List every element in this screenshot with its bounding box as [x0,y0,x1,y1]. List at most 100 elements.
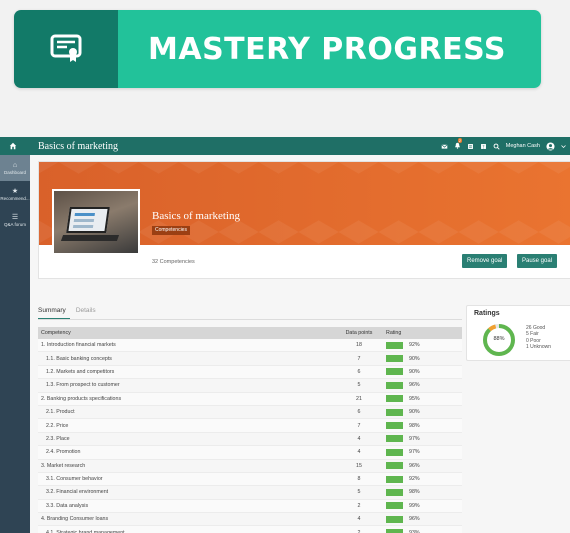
data-points: 18 [356,342,362,349]
rating-bar [386,381,403,389]
data-points: 7 [357,355,361,362]
avatar[interactable] [546,141,555,151]
pause-goal-button[interactable]: Pause goal [517,254,558,268]
ratings-percent: 88% [493,336,505,342]
rating-bar [386,341,403,349]
legend-unknown: 1 Unknown [526,343,552,350]
table-row[interactable]: 3.3. Data analysis 2 99% [38,499,462,514]
rating-bar [386,448,403,456]
sidebar-item-label: Dashboard [3,169,26,175]
table-row[interactable]: 3.2. Financial environment 5 98% [38,486,462,500]
header-competency[interactable]: Competency [38,330,338,336]
course-hero-title: Basics of marketing [152,210,240,222]
ratings-panel: Ratings 88% 26 Good 5 Fair 0 Poor 1 Unkn… [466,305,570,361]
data-points: 5 [357,382,361,389]
sidebar-item-dashboard[interactable]: ⌂ Dashboard [0,155,30,181]
rating-value: 90% [409,409,420,416]
rating-bar [386,475,403,483]
tab-details[interactable]: Details [76,305,100,319]
competency-name: 3.2. Financial environment [46,489,109,496]
list-icon[interactable] [467,143,474,150]
table-row[interactable]: 2.4. Promotion 4 97% [38,446,462,460]
tabs: Summary Details [38,305,462,320]
rating-cell: 93% [380,529,462,533]
sidebar: ⌂ Dashboard ★ Recommend... ☰ Q&A forum [0,155,30,533]
rating-cell: 95% [380,395,462,403]
rating-bar [386,488,403,496]
notification-bell[interactable]: 2 [454,137,462,151]
table-row[interactable]: 4. Branding Consumer loans 4 96% [38,513,462,527]
mail-icon[interactable] [441,143,448,150]
rating-bar [386,408,403,416]
rating-cell: 90% [380,368,462,376]
rating-value: 97% [409,435,420,442]
course-thumbnail [52,189,140,255]
help-icon[interactable]: ? [480,143,487,150]
table-row[interactable]: 1.3. From prospect to customer 5 96% [38,379,462,393]
table-body: 1. Introduction financial markets 18 92% 1.… [38,339,462,533]
rating-bar [386,368,403,376]
remove-goal-button[interactable]: Remove goal [462,254,508,268]
ratings-title: Ratings [474,310,500,317]
home-icon[interactable] [0,142,26,150]
dashboard-icon: ⌂ [12,161,18,169]
rating-bar [386,435,403,443]
top-bar: Basics of marketing 2 ? Meghan Cash [0,137,570,155]
competency-name: 4. Branding Consumer loans [41,516,109,523]
competency-table: Competency Data points Rating 1. Introdu… [38,327,462,533]
table-row[interactable]: 3. Market research 15 96% [38,460,462,473]
forum-icon: ☰ [11,213,19,221]
competencies-tag: Competencies [152,226,190,235]
table-row[interactable]: 1.2. Markets and competitors 6 90% [38,365,462,380]
sidebar-item-label: Recommend... [0,195,30,201]
table-row[interactable]: 2.3. Place 4 97% [38,433,462,447]
certificate-icon [14,10,118,88]
rating-cell: 99% [380,502,462,510]
rating-cell: 90% [380,408,462,416]
table-row[interactable]: 1. Introduction financial markets 18 92% [38,339,462,353]
table-row[interactable]: 2. Banking products specifications 21 95% [38,392,462,406]
rating-cell: 97% [380,448,462,456]
table-row[interactable]: 2.2. Price 7 98% [38,419,462,433]
competency-count: 32 Competencies [152,259,195,265]
competency-name: 4.1. Strategic brand management [46,529,125,533]
data-points: 6 [357,368,361,375]
data-points: 2 [357,502,361,509]
table-row[interactable]: 4.1. Strategic brand management 2 93% [38,526,462,533]
competency-name: 1.1. Basic banking concepts [46,355,112,362]
rating-cell: 92% [380,341,462,349]
table-row[interactable]: 1.1. Basic banking concepts 7 90% [38,352,462,366]
search-icon[interactable] [493,143,500,150]
rating-value: 90% [409,355,420,362]
table-row[interactable]: 3.1. Consumer behavior 8 92% [38,472,462,487]
competency-name: 2. Banking products specifications [41,395,122,402]
sidebar-item-label: Q&A forum [3,221,26,227]
rating-value: 93% [409,529,420,533]
user-name[interactable]: Meghan Cash [506,143,540,149]
app-window: Basics of marketing 2 ? Meghan Cash ⌂ Da… [0,137,570,533]
header-rating[interactable]: Rating [380,330,462,336]
rating-cell: 96% [380,515,462,523]
sidebar-item-recommendations[interactable]: ★ Recommend... [0,181,30,207]
notification-count: 2 [457,137,462,143]
rating-bar [386,355,403,363]
competency-name: 2.1. Product [46,409,75,416]
rating-cell: 97% [380,435,462,443]
header-data-points[interactable]: Data points [338,330,380,336]
sidebar-item-qa-forum[interactable]: ☰ Q&A forum [0,207,30,233]
chevron-down-icon[interactable] [561,144,566,149]
rating-value: 90% [409,368,420,375]
data-points: 4 [357,435,361,442]
data-points: 8 [357,476,361,483]
data-points: 15 [356,462,362,469]
mastery-progress-banner: MASTERY PROGRESS [14,10,541,88]
data-points: 7 [357,422,361,429]
svg-text:?: ? [482,144,484,149]
rating-cell: 90% [380,355,462,363]
tab-summary[interactable]: Summary [38,305,70,319]
table-row[interactable]: 2.1. Product 6 90% [38,406,462,420]
competency-name: 2.4. Promotion [46,449,81,456]
data-points: 4 [357,449,361,456]
bell-icon [454,142,460,149]
data-points: 2 [357,529,361,533]
